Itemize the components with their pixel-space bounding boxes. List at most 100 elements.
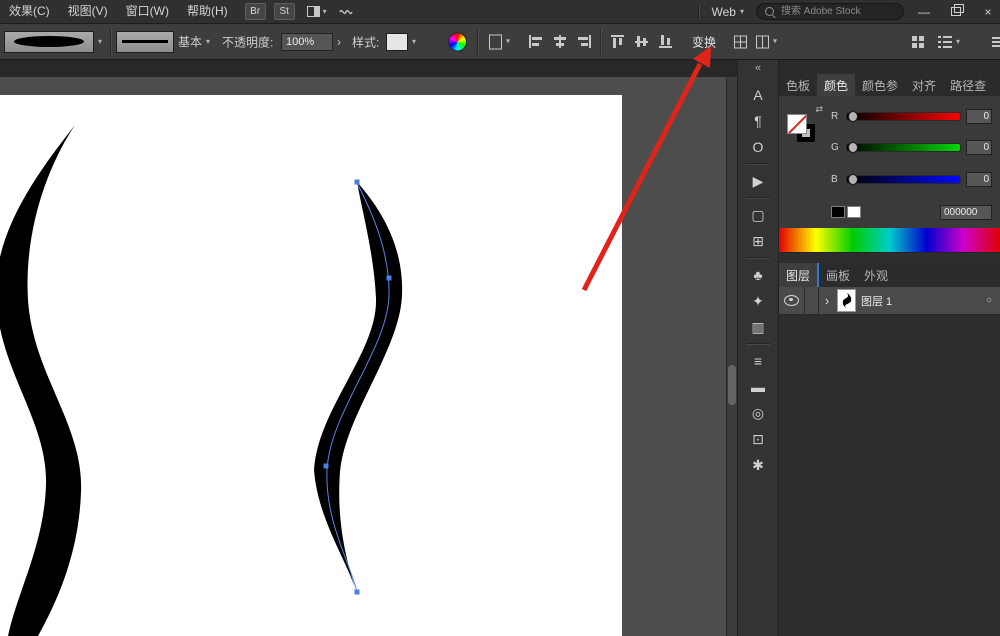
lock-cell[interactable] [805,287,819,314]
anchor-point[interactable] [355,180,360,185]
canvas-area[interactable] [0,60,737,636]
character-styles-panel-icon[interactable]: A [741,82,775,108]
tab-color-guide[interactable]: 颜色参 [855,74,905,96]
visibility-cell[interactable] [779,287,805,314]
disclosure-icon[interactable]: › [819,293,835,308]
divider [746,257,770,259]
vertical-scrollbar[interactable] [726,77,737,636]
share-icon[interactable] [339,6,353,18]
green-value-input[interactable] [966,140,992,155]
layer-target-icon[interactable]: ○ [986,295,992,306]
menu-help[interactable]: 帮助(H) [178,0,237,23]
settings-panel-icon[interactable]: ✱ [741,452,775,478]
layer-thumbnail[interactable] [837,289,856,312]
clipped-edge-button[interactable] [992,36,1000,48]
brush-definition-dropdown[interactable]: 基本 ▾ [116,31,210,53]
red-value-input[interactable] [966,109,992,124]
anchor-point[interactable] [324,464,329,469]
pathfinder-dropdown[interactable]: ▾ [756,35,777,48]
blue-slider[interactable] [846,175,961,184]
search-input[interactable] [779,5,895,18]
slider-thumb[interactable] [848,174,858,185]
chevron-down-icon: ▾ [412,38,416,46]
document-scene [0,60,737,636]
hex-value-input[interactable] [940,205,992,220]
tab-color[interactable]: 颜色 [817,74,855,96]
black-swatch[interactable] [831,206,845,218]
align-top-button[interactable] [608,32,628,52]
divider [746,197,770,199]
align-right-button[interactable] [574,32,594,52]
align-middle-vertical-button[interactable] [632,32,652,52]
red-slider[interactable] [846,112,961,121]
opentype-panel-icon[interactable]: O [741,134,775,160]
stock-button[interactable]: St [274,3,295,20]
main-area: « A ¶ O ▶ ▢ ⊞ ♣ ✦ ▥ ≡ ▬ ◎ ⊡ ✱ 色板 颜色 颜色参 … [0,60,1000,636]
recolor-artwork-icon [448,32,467,51]
slider-thumb[interactable] [848,111,858,122]
artboard[interactable] [0,95,622,636]
green-slider[interactable] [846,143,961,152]
minimize-button[interactable]: — [912,0,936,23]
anchor-point[interactable] [355,590,360,595]
navigator-panel-icon[interactable]: ◎ [741,400,775,426]
style-dropdown[interactable]: ▾ [386,33,416,51]
document-setup-dropdown[interactable]: ▾ [489,34,510,49]
fill-stroke-indicator[interactable]: ⇄ [785,108,825,150]
transform-button[interactable]: 变换 [692,33,716,50]
layer-name[interactable]: 图层 1 [861,293,986,309]
bridge-button[interactable]: Br [245,3,266,20]
opacity-input[interactable] [281,33,333,51]
style-swatch [386,33,408,51]
transform-panel-button[interactable] [734,35,747,48]
divider [698,4,700,20]
tab-swatches[interactable]: 色板 [779,74,817,96]
symbols-panel-icon[interactable]: ♣ [741,262,775,288]
tab-pathfinder[interactable]: 路径查 [943,74,993,96]
pattern-options-panel-icon[interactable]: ⊞ [741,228,775,254]
restore-button[interactable] [944,0,968,23]
white-swatch[interactable] [847,206,861,218]
expand-panels-icon[interactable]: « [755,62,761,74]
swap-fill-stroke-icon[interactable]: ⇄ [815,104,823,115]
artboards-panel-icon[interactable]: ▢ [741,202,775,228]
brushes-panel-icon[interactable]: ✦ [741,288,775,314]
tab-artboards[interactable]: 画板 [819,263,857,287]
fill-color-swatch[interactable] [787,114,807,134]
style-label-text: 样式: [352,33,379,50]
app-grid-button[interactable] [912,36,924,48]
panel-options-dropdown[interactable]: ▾ [938,36,960,48]
stock-search-box[interactable] [756,3,904,20]
width-profile-dropdown[interactable]: ▾ [4,31,102,53]
chevron-down-icon: ▾ [956,38,960,46]
panel-dock: « A ¶ O ▶ ▢ ⊞ ♣ ✦ ▥ ≡ ▬ ◎ ⊡ ✱ [737,60,779,636]
menu-view[interactable]: 视图(V) [59,0,117,23]
menu-effect[interactable]: 效果(C) [0,0,59,23]
tab-appearance[interactable]: 外观 [857,263,895,287]
recolor-artwork-button[interactable] [448,32,467,51]
stroke-panel-icon[interactable]: ≡ [741,348,775,374]
align-left-button[interactable] [526,32,546,52]
gradient-panel-icon[interactable]: ▬ [741,374,775,400]
right-panels: 色板 颜色 颜色参 对齐 路径查 ⇄ R G [779,60,1000,636]
opacity-flyout-icon[interactable]: › [337,35,341,49]
close-button[interactable]: × [976,0,1000,23]
workspace-switcher[interactable]: Web ▾ [708,5,748,19]
anchor-point[interactable] [387,276,392,281]
layer-row[interactable]: › 图层 1 ○ [779,287,1000,315]
links-panel-icon[interactable]: ⊡ [741,426,775,452]
slider-thumb[interactable] [848,142,858,153]
blue-value-input[interactable] [966,172,992,187]
tab-layers[interactable]: 图层 [779,263,819,287]
graph-panel-icon[interactable]: ▥ [741,314,775,340]
brush-name: 基本 [178,33,202,50]
arrange-documents-dropdown[interactable]: ▾ [307,6,327,17]
menu-window[interactable]: 窗口(W) [117,0,178,23]
tab-align[interactable]: 对齐 [905,74,943,96]
paragraph-styles-panel-icon[interactable]: ¶ [741,108,775,134]
align-center-horizontal-button[interactable] [550,32,570,52]
color-spectrum-bar[interactable] [779,228,1000,252]
scrollbar-thumb[interactable] [728,365,736,405]
align-bottom-button[interactable] [656,32,676,52]
actions-panel-icon[interactable]: ▶ [741,168,775,194]
